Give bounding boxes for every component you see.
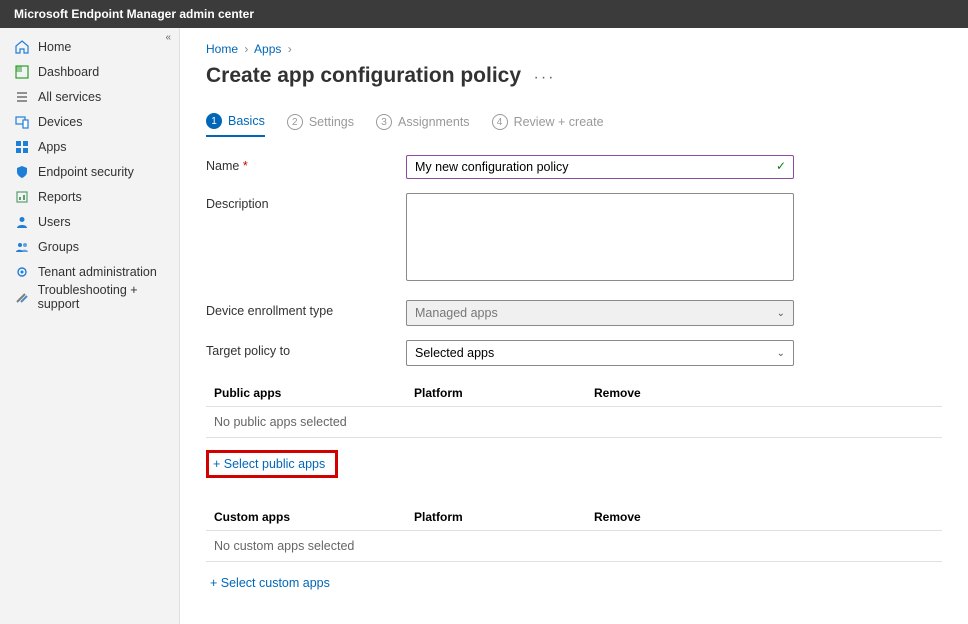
enrollment-type-label: Device enrollment type [206, 300, 406, 326]
enrollment-type-select: Managed apps ⌄ [406, 300, 794, 326]
top-bar: Microsoft Endpoint Manager admin center [0, 0, 968, 28]
description-label: Description [206, 193, 406, 286]
step-basics[interactable]: 1 Basics [206, 113, 265, 137]
step-assignments[interactable]: 3 Assignments [376, 113, 470, 137]
select-value: Managed apps [415, 306, 498, 320]
name-input[interactable] [406, 155, 794, 179]
nav-apps[interactable]: Apps [0, 134, 179, 159]
step-number: 3 [376, 114, 392, 130]
target-policy-label: Target policy to [206, 340, 406, 366]
nav-groups[interactable]: Groups [0, 234, 179, 259]
custom-apps-table: Custom apps Platform Remove No custom ap… [206, 504, 942, 562]
nav-label: Troubleshooting + support [38, 283, 179, 311]
chevron-down-icon: ⌄ [777, 348, 785, 359]
wizard-steps: 1 Basics 2 Settings 3 Assignments 4 Review +… [206, 113, 942, 137]
step-number: 2 [287, 114, 303, 130]
nav-label: Reports [38, 190, 82, 204]
nav-label: Dashboard [38, 65, 99, 79]
custom-apps-empty: No custom apps selected [206, 531, 942, 562]
nav-label: Groups [38, 240, 79, 254]
step-number: 1 [206, 113, 222, 129]
select-public-apps-link[interactable]: + Select public apps [206, 450, 338, 478]
collapse-sidebar-icon[interactable]: « [165, 32, 171, 43]
nav-users[interactable]: Users [0, 209, 179, 234]
breadcrumb: Home › Apps › [206, 42, 942, 56]
col-remove: Remove [594, 510, 942, 524]
nav-home[interactable]: Home [0, 34, 179, 59]
valid-check-icon: ✓ [776, 159, 786, 173]
target-policy-select[interactable]: Selected apps ⌄ [406, 340, 794, 366]
home-icon [14, 39, 30, 55]
chevron-right-icon: › [288, 42, 292, 56]
gear-icon [14, 264, 30, 280]
step-label: Settings [309, 115, 354, 129]
devices-icon [14, 114, 30, 130]
description-input[interactable] [406, 193, 794, 281]
nav-label: Home [38, 40, 71, 54]
nav-endpoint-security[interactable]: Endpoint security [0, 159, 179, 184]
step-label: Assignments [398, 115, 470, 129]
nav-label: Users [38, 215, 71, 229]
user-icon [14, 214, 30, 230]
page-title: Create app configuration policy [206, 64, 521, 88]
content-pane: Home › Apps › Create app configuration p… [180, 28, 968, 624]
chevron-right-icon: › [244, 42, 248, 56]
col-remove: Remove [594, 386, 942, 400]
select-custom-apps-link[interactable]: + Select custom apps [206, 574, 334, 592]
nav-label: Apps [38, 140, 67, 154]
chevron-down-icon: ⌄ [777, 308, 785, 319]
nav-all-services[interactable]: All services [0, 84, 179, 109]
step-label: Basics [228, 114, 265, 128]
nav-label: Tenant administration [38, 265, 157, 279]
col-public-apps: Public apps [214, 386, 414, 400]
step-label: Review + create [514, 115, 604, 129]
dashboard-icon [14, 64, 30, 80]
nav-troubleshooting[interactable]: Troubleshooting + support [0, 284, 179, 309]
nav-reports[interactable]: Reports [0, 184, 179, 209]
breadcrumb-apps[interactable]: Apps [254, 42, 281, 56]
col-platform: Platform [414, 386, 594, 400]
step-number: 4 [492, 114, 508, 130]
select-value: Selected apps [415, 346, 494, 360]
col-platform: Platform [414, 510, 594, 524]
list-icon [14, 89, 30, 105]
nav-label: Devices [38, 115, 82, 129]
product-title: Microsoft Endpoint Manager admin center [14, 7, 254, 21]
col-custom-apps: Custom apps [214, 510, 414, 524]
left-nav: « Home Dashboard All services Devices Ap… [0, 28, 180, 624]
nav-tenant-admin[interactable]: Tenant administration [0, 259, 179, 284]
nav-label: All services [38, 90, 101, 104]
name-label: Name * [206, 155, 406, 179]
shield-icon [14, 164, 30, 180]
nav-devices[interactable]: Devices [0, 109, 179, 134]
more-actions-icon[interactable]: ··· [534, 69, 556, 87]
report-icon [14, 189, 30, 205]
wrench-icon [14, 289, 30, 305]
step-settings[interactable]: 2 Settings [287, 113, 354, 137]
nav-dashboard[interactable]: Dashboard [0, 59, 179, 84]
nav-label: Endpoint security [38, 165, 134, 179]
grid-icon [14, 139, 30, 155]
public-apps-empty: No public apps selected [206, 407, 942, 438]
public-apps-table: Public apps Platform Remove No public ap… [206, 380, 942, 438]
breadcrumb-home[interactable]: Home [206, 42, 238, 56]
group-icon [14, 239, 30, 255]
step-review[interactable]: 4 Review + create [492, 113, 604, 137]
